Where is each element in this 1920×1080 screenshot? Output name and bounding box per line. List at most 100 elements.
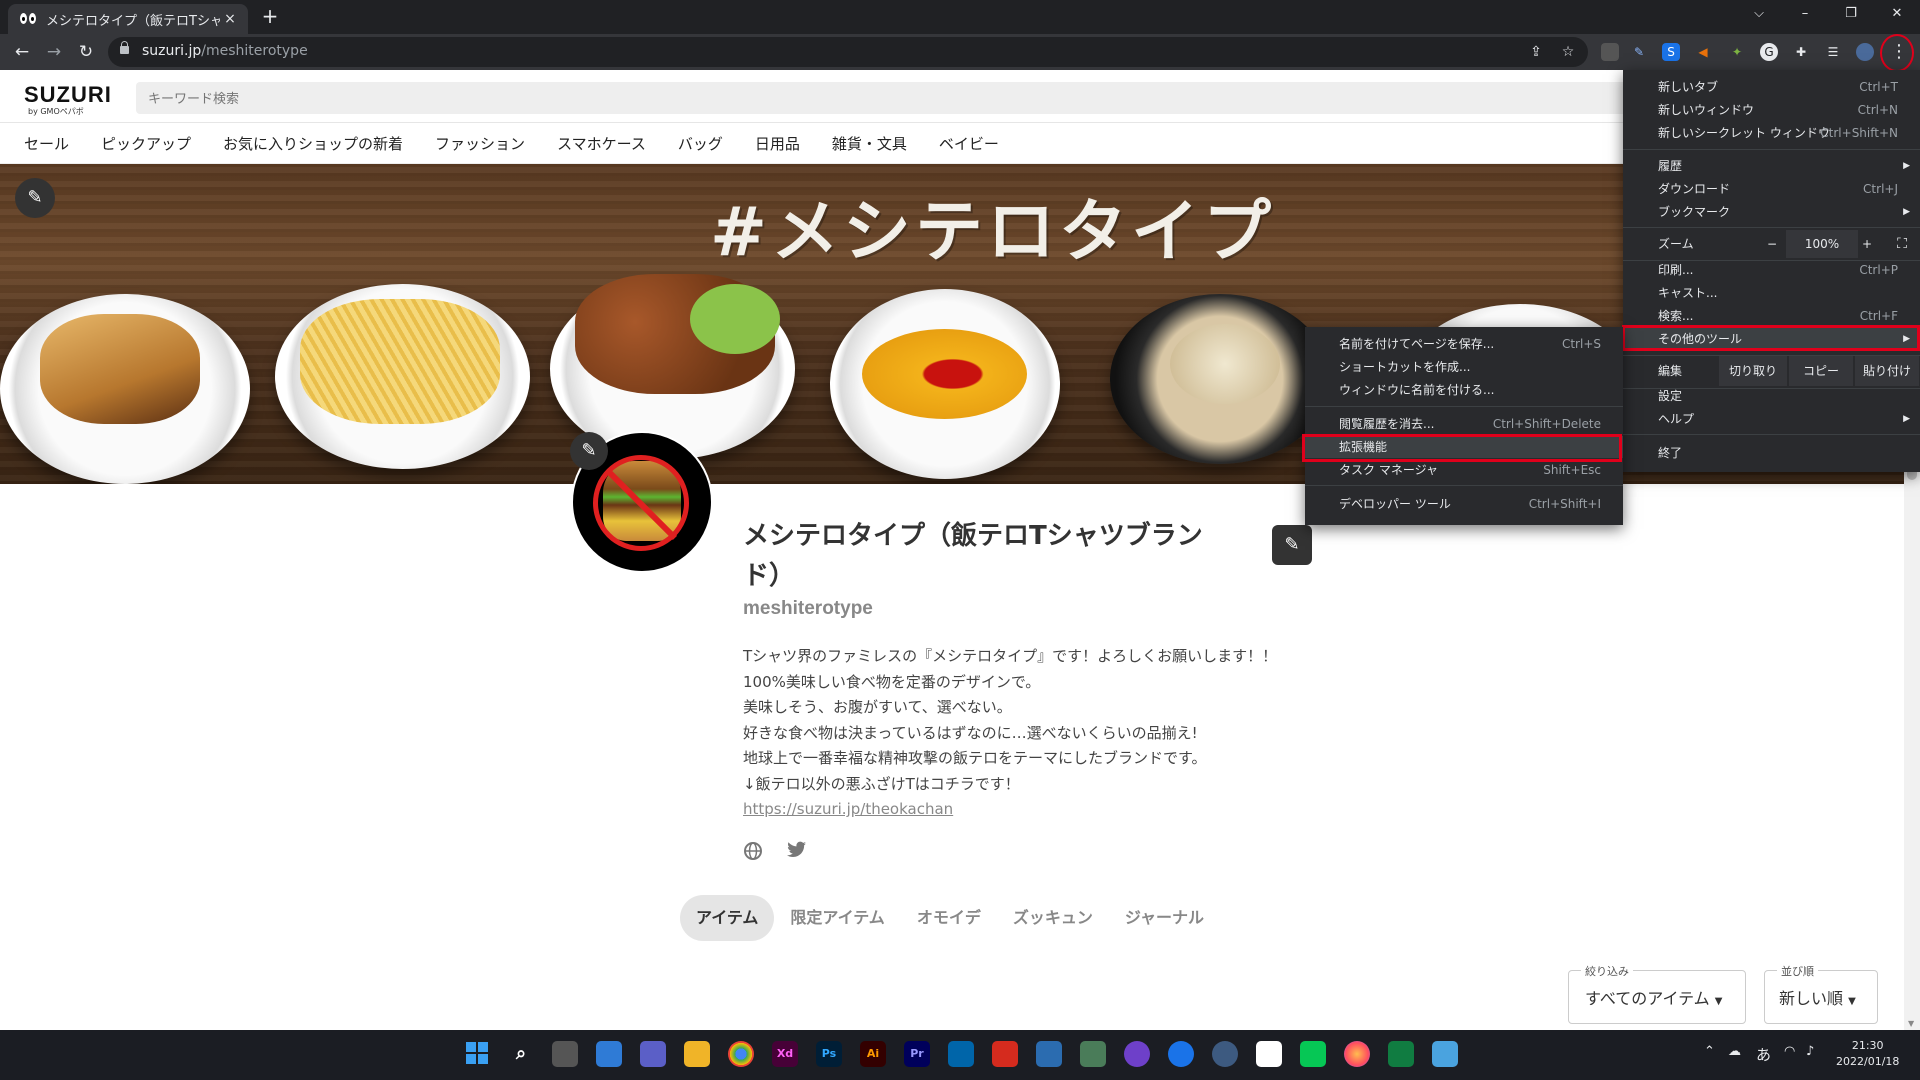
- menu-find[interactable]: 検索... Ctrl+F: [1623, 305, 1920, 327]
- browser-tab[interactable]: メシテロタイプ（飯テロTシャツブランド ×: [8, 4, 248, 34]
- menu-incognito[interactable]: 新しいシークレット ウィンドウ Ctrl+Shift+N: [1623, 122, 1920, 144]
- category-link[interactable]: ベイビー: [939, 133, 999, 154]
- menu-help[interactable]: ヘルプ ▶: [1623, 408, 1920, 430]
- edit-profile-button[interactable]: ✎: [1272, 525, 1312, 565]
- scroll-down-icon[interactable]: ▼: [1908, 1019, 1914, 1028]
- filter-select[interactable]: 絞り込み すべてのアイテム ▼: [1568, 963, 1746, 1024]
- wifi-icon[interactable]: ◠: [1784, 1044, 1795, 1059]
- taskbar-clock[interactable]: 21:30 2022/01/18: [1836, 1038, 1899, 1070]
- submenu-save-page[interactable]: 名前を付けてページを保存... Ctrl+S: [1305, 333, 1623, 355]
- app-green-icon[interactable]: [1080, 1041, 1106, 1067]
- ime-indicator[interactable]: あ: [1756, 1044, 1771, 1065]
- edit-avatar-button[interactable]: ✎: [570, 432, 608, 470]
- task-view-icon[interactable]: [552, 1041, 578, 1067]
- firefox-icon[interactable]: [1344, 1041, 1370, 1067]
- app-red-icon[interactable]: [992, 1041, 1018, 1067]
- submenu-dev-tools[interactable]: デベロッパー ツール Ctrl+Shift+I: [1305, 493, 1623, 515]
- tray-overflow-icon[interactable]: ⌃: [1704, 1044, 1715, 1059]
- menu-history[interactable]: 履歴 ▶: [1623, 155, 1920, 177]
- menu-new-window[interactable]: 新しいウィンドウ Ctrl+N: [1623, 99, 1920, 121]
- menu-new-tab[interactable]: 新しいタブ Ctrl+T: [1623, 76, 1920, 98]
- adobe-xd-icon[interactable]: Xd: [772, 1041, 798, 1067]
- premiere-icon[interactable]: Pr: [904, 1041, 930, 1067]
- onedrive-icon[interactable]: ☁: [1728, 1044, 1741, 1059]
- tab-omoide[interactable]: オモイデ: [901, 895, 997, 941]
- tab-close-icon[interactable]: ×: [220, 11, 240, 27]
- edit-banner-button[interactable]: ✎: [15, 178, 55, 218]
- fullscreen-icon[interactable]: ⛶: [1886, 230, 1918, 258]
- widgets-icon[interactable]: [596, 1041, 622, 1067]
- globe-icon[interactable]: [743, 841, 763, 861]
- submenu-create-shortcut[interactable]: ショートカットを作成...: [1305, 356, 1623, 378]
- bookmark-star-icon[interactable]: ☆: [1560, 44, 1576, 60]
- category-link[interactable]: セール: [24, 133, 69, 154]
- minimize-button[interactable]: –: [1782, 0, 1828, 30]
- category-link[interactable]: 日用品: [755, 133, 800, 154]
- search-input[interactable]: [136, 82, 1650, 116]
- chrome-icon[interactable]: [728, 1041, 754, 1067]
- github-icon[interactable]: [1124, 1041, 1150, 1067]
- submenu-task-manager[interactable]: タスク マネージャ Shift+Esc: [1305, 459, 1623, 481]
- app-blue-circle-icon[interactable]: [1168, 1041, 1194, 1067]
- submenu-name-window[interactable]: ウィンドウに名前を付ける...: [1305, 379, 1623, 401]
- sort-select[interactable]: 並び順 新しい順 ▼: [1764, 963, 1878, 1024]
- category-link[interactable]: ピックアップ: [101, 133, 191, 154]
- extensions-puzzle-icon[interactable]: ✚: [1792, 43, 1810, 61]
- profile-avatar-icon[interactable]: [1856, 43, 1874, 61]
- line-icon[interactable]: [1300, 1041, 1326, 1067]
- suzuri-logo[interactable]: SUZURI: [24, 82, 112, 108]
- category-link[interactable]: バッグ: [678, 133, 723, 154]
- submenu-clear-data[interactable]: 閲覧履歴を消去... Ctrl+Shift+Delete: [1305, 413, 1623, 435]
- address-bar[interactable]: suzuri.jp/meshiterotype ⇪ ☆: [108, 37, 1588, 67]
- illustrator-icon[interactable]: Ai: [860, 1041, 886, 1067]
- restore-button[interactable]: ❐: [1828, 0, 1874, 30]
- photoshop-icon[interactable]: Ps: [816, 1041, 842, 1067]
- tab-zukkyun[interactable]: ズッキュン: [997, 895, 1109, 941]
- back-button[interactable]: ←: [8, 38, 36, 66]
- twitter-icon[interactable]: [787, 841, 807, 861]
- category-link[interactable]: 雑貨・文具: [832, 133, 907, 154]
- tab-journal[interactable]: ジャーナル: [1109, 895, 1220, 941]
- photos-icon[interactable]: [1432, 1041, 1458, 1067]
- extension-arrow-icon[interactable]: ◀: [1694, 43, 1712, 61]
- extension-leaf-icon[interactable]: ✦: [1728, 43, 1746, 61]
- notes-icon[interactable]: [1036, 1041, 1062, 1067]
- extension-qr-icon[interactable]: [1601, 43, 1619, 61]
- app-disc-icon[interactable]: [1212, 1041, 1238, 1067]
- chat-icon[interactable]: [640, 1041, 666, 1067]
- vscode-icon[interactable]: [948, 1041, 974, 1067]
- paste-button[interactable]: 貼り付け: [1855, 356, 1919, 386]
- reload-button[interactable]: ↻: [72, 38, 100, 66]
- extension-s-icon[interactable]: S: [1662, 43, 1680, 61]
- file-explorer-icon[interactable]: [684, 1041, 710, 1067]
- new-tab-button[interactable]: +: [258, 4, 282, 28]
- menu-print[interactable]: 印刷... Ctrl+P: [1623, 259, 1920, 281]
- forward-button[interactable]: →: [40, 38, 68, 66]
- search-box[interactable]: [136, 82, 1650, 116]
- cut-button[interactable]: 切り取り: [1719, 356, 1787, 386]
- profile-link[interactable]: https://suzuri.jp/theokachan: [743, 800, 953, 818]
- copy-button[interactable]: コピー: [1789, 356, 1853, 386]
- category-link[interactable]: スマホケース: [557, 133, 646, 154]
- extension-pen-icon[interactable]: ✎: [1630, 43, 1648, 61]
- menu-cast[interactable]: キャスト...: [1623, 282, 1920, 304]
- category-link[interactable]: お気に入りショップの新着: [223, 133, 403, 154]
- menu-downloads[interactable]: ダウンロード Ctrl+J: [1623, 178, 1920, 200]
- excel-icon[interactable]: [1388, 1041, 1414, 1067]
- category-link[interactable]: ファッション: [435, 133, 525, 154]
- share-icon[interactable]: ⇪: [1528, 44, 1544, 60]
- zoom-out-button[interactable]: −: [1758, 230, 1786, 258]
- start-icon[interactable]: [464, 1041, 490, 1067]
- menu-bookmarks[interactable]: ブックマーク ▶: [1623, 201, 1920, 223]
- tab-limited-items[interactable]: 限定アイテム: [774, 895, 900, 941]
- menu-settings[interactable]: 設定: [1623, 385, 1920, 407]
- zoom-in-button[interactable]: +: [1853, 230, 1881, 258]
- reading-list-icon[interactable]: ☰: [1824, 43, 1842, 61]
- app-a-icon[interactable]: [1256, 1041, 1282, 1067]
- volume-icon[interactable]: ♪: [1806, 1044, 1814, 1059]
- search-icon[interactable]: ⌕: [508, 1041, 534, 1067]
- tab-search-button[interactable]: ⌵: [1736, 0, 1782, 30]
- close-window-button[interactable]: ✕: [1874, 0, 1920, 30]
- menu-exit[interactable]: 終了: [1623, 442, 1920, 464]
- tab-items[interactable]: アイテム: [680, 895, 775, 941]
